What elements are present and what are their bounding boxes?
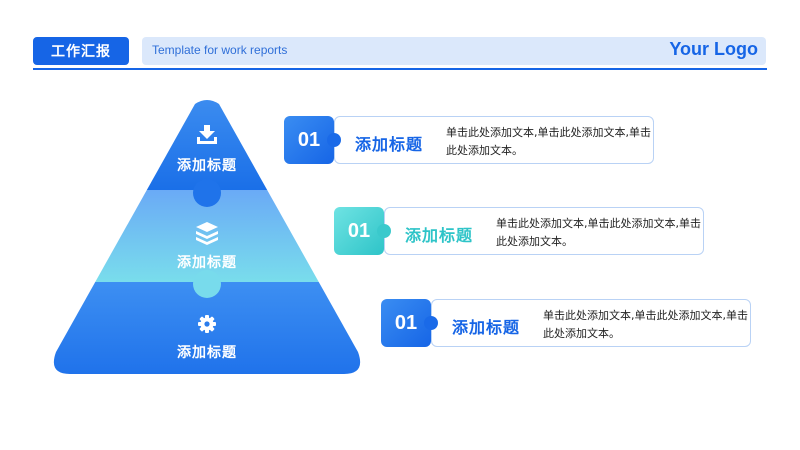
card-3-desc: 单击此处添加文本,单击此处添加文本,单击此处添加文本。 [543, 309, 748, 340]
pyramid-knob-top [193, 179, 221, 207]
card-2-title: 添加标题 [405, 226, 474, 245]
pyramid-tier-1-label: 添加标题 [177, 158, 237, 174]
card-1-desc: 单击此处添加文本,单击此处添加文本,单击此处添加文本。 [446, 126, 651, 157]
card-3-title: 添加标题 [452, 318, 521, 337]
card-3-knob [424, 316, 438, 330]
card-2-knob [377, 224, 391, 238]
card-1-knob [327, 133, 341, 147]
gear-icon [198, 315, 216, 333]
pyramid-knob-middle [193, 270, 221, 298]
pyramid-tier-3-label: 添加标题 [177, 345, 237, 361]
card-1-title: 添加标题 [355, 135, 424, 154]
pyramid-tier-2-label: 添加标题 [177, 255, 237, 271]
card-2-desc: 单击此处添加文本,单击此处添加文本,单击此处添加文本。 [496, 217, 701, 248]
